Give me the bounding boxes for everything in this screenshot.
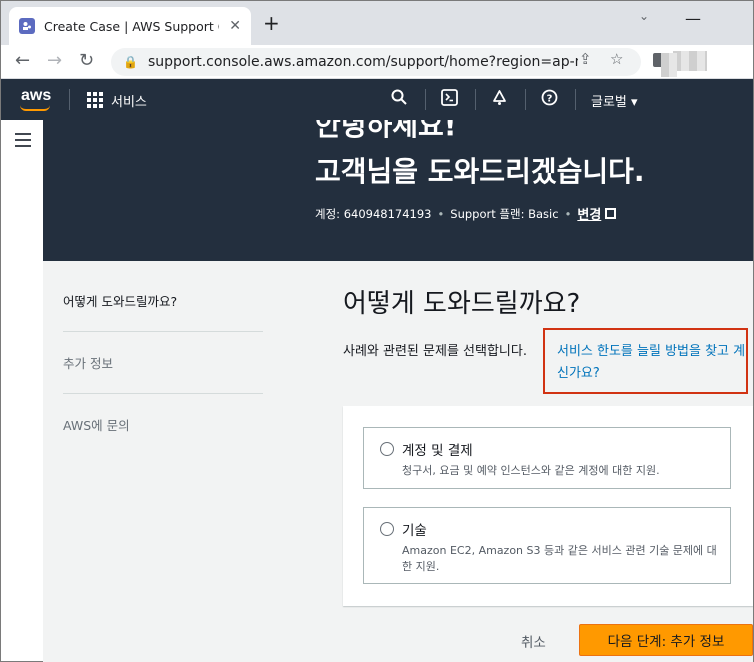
wizard-steps: 어떻게 도와드릴까요? 추가 정보 AWS에 문의 <box>63 291 263 476</box>
browser-toolbar: ← → ↻ 🔒 support.console.aws.amazon.com/s… <box>1 45 753 79</box>
hero-banner: 안녕하세요! 고객님을 도와드리겠습니다. 계정: 640948174193 •… <box>43 120 753 261</box>
page-description: 사례와 관련된 문제를 선택합니다. <box>343 344 527 359</box>
help-icon[interactable]: ? <box>541 89 558 111</box>
page-title: 어떻게 도와드릴까요? <box>343 289 581 319</box>
external-link-icon[interactable] <box>605 208 617 219</box>
address-bar[interactable]: 🔒 support.console.aws.amazon.com/support… <box>111 48 641 76</box>
blurred-profile <box>673 51 707 71</box>
chevron-down-icon[interactable]: ⌄ <box>639 9 649 23</box>
support-plan: Support 플랜: Basic <box>450 206 559 221</box>
step-1: 어떻게 도와드릴까요? <box>63 291 263 332</box>
next-step-button[interactable]: 다음 단계: 추가 정보 <box>579 624 753 656</box>
back-icon[interactable]: ← <box>15 50 30 72</box>
step-3: AWS에 문의 <box>63 418 130 433</box>
case-type-card: 계정 및 결제 청구서, 요금 및 예약 인스턴스와 같은 계정에 대한 지원.… <box>343 406 753 606</box>
minimize-icon[interactable]: — <box>685 9 701 28</box>
option-technical[interactable]: 기술 Amazon EC2, Amazon S3 등과 같은 서비스 관련 기술… <box>363 507 731 584</box>
share-icon[interactable]: ⇪ <box>579 50 592 68</box>
option-description: 청구서, 요금 및 예약 인스턴스와 같은 계정에 대한 지원. <box>402 464 660 477</box>
forward-icon[interactable]: → <box>47 50 62 72</box>
separator-dot: • <box>564 206 572 221</box>
svg-text:?: ? <box>547 94 553 105</box>
region-selector[interactable]: 글로벌 ▾ <box>591 91 638 110</box>
separator-dot: • <box>437 206 445 221</box>
option-title: 기술 <box>402 523 427 539</box>
reload-icon[interactable]: ↻ <box>79 50 94 72</box>
url-text: support.console.aws.amazon.com/support/h… <box>147 54 578 70</box>
lock-icon: 🔒 <box>123 55 138 69</box>
bell-icon[interactable] <box>491 89 508 111</box>
nav-divider <box>69 89 70 110</box>
hero-title: 고객님을 도와드리겠습니다. <box>315 155 645 188</box>
aws-navbar: aws 서비스 ? 글로벌 ▾ <box>1 79 753 120</box>
services-grid-icon[interactable] <box>87 92 103 108</box>
aws-smile-icon <box>20 105 50 111</box>
nav-divider <box>425 89 426 110</box>
cloudshell-icon[interactable] <box>441 89 458 111</box>
radio-account-billing[interactable] <box>380 442 394 456</box>
option-account-billing[interactable]: 계정 및 결제 청구서, 요금 및 예약 인스턴스와 같은 계정에 대한 지원. <box>363 427 731 489</box>
cancel-button[interactable]: 취소 <box>521 631 546 651</box>
blurred-area <box>661 53 677 77</box>
radio-technical[interactable] <box>380 522 394 536</box>
search-icon[interactable] <box>391 89 407 110</box>
browser-tab[interactable]: Create Case | AWS Support Con ✕ <box>9 7 251 45</box>
account-id: 계정: 640948174193 <box>315 206 432 221</box>
nav-divider <box>475 89 476 110</box>
step-2: 추가 정보 <box>63 353 263 394</box>
aws-support-favicon-icon <box>19 18 35 34</box>
new-tab-icon[interactable]: + <box>263 13 280 33</box>
tab-close-icon[interactable]: ✕ <box>229 18 241 34</box>
nav-divider <box>525 89 526 110</box>
option-title: 계정 및 결제 <box>402 443 473 459</box>
services-menu[interactable]: 서비스 <box>111 91 147 110</box>
hamburger-menu-icon[interactable] <box>15 133 31 151</box>
change-plan-link[interactable]: 변경 <box>577 204 601 223</box>
aws-logo[interactable]: aws <box>21 87 51 105</box>
tab-title: Create Case | AWS Support Con <box>44 18 219 34</box>
browser-tab-strip: Create Case | AWS Support Con ✕ + ⌄ — <box>1 1 753 45</box>
nav-divider <box>575 89 576 110</box>
service-limit-link[interactable]: 서비스 한도를 늘릴 방법을 찾고 계신가요? <box>557 341 747 385</box>
option-description: Amazon EC2, Amazon S3 등과 같은 서비스 관련 기술 문제… <box>402 544 717 573</box>
main-content: 어떻게 도와드릴까요? 추가 정보 AWS에 문의 어떻게 도와드릴까요? 사례… <box>43 261 753 662</box>
account-info: 계정: 640948174193 • Support 플랜: Basic • 변… <box>315 204 617 223</box>
hero-greeting: 안녕하세요! <box>315 120 457 142</box>
bookmark-star-icon[interactable]: ☆ <box>610 50 623 68</box>
